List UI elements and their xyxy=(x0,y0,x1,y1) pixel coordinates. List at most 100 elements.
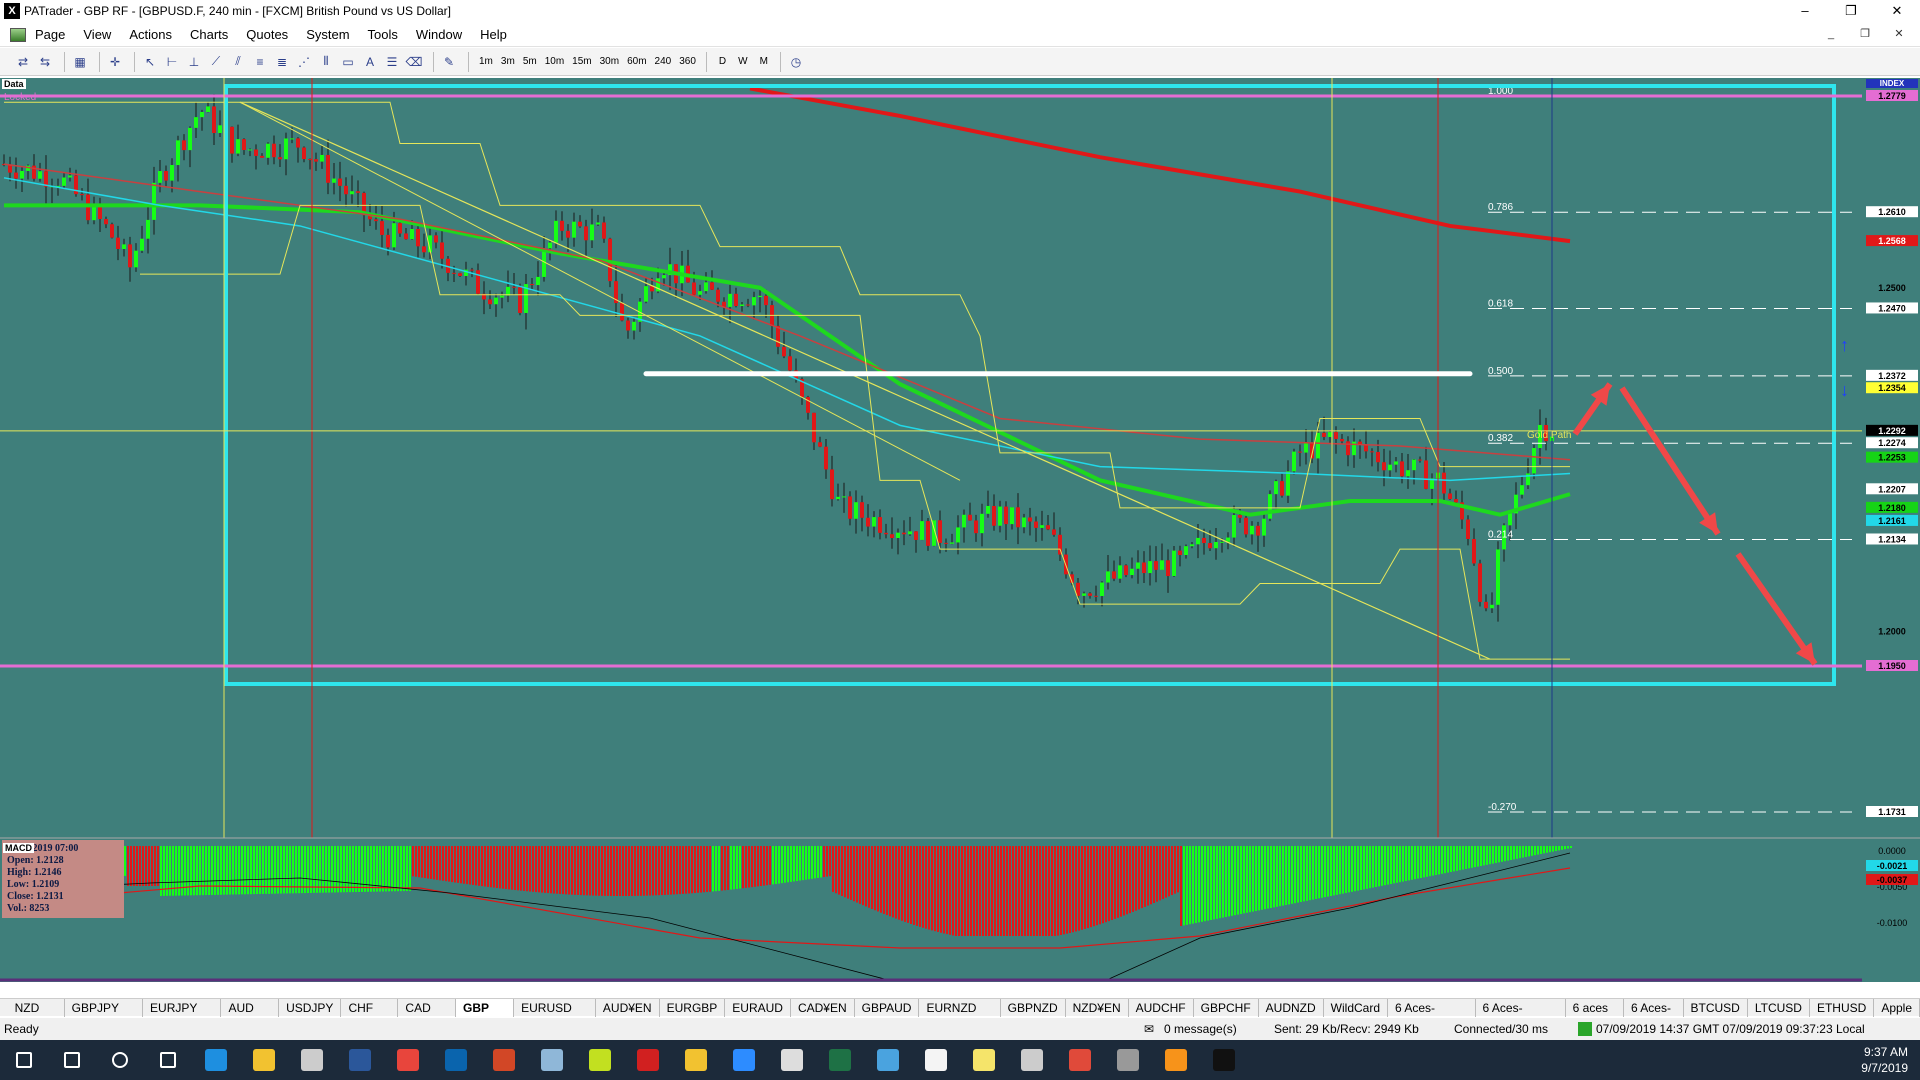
tab-cad-rf[interactable]: CAD RF xyxy=(398,998,457,1033)
tab-eurusd-rf[interactable]: EURUSD RF xyxy=(514,998,596,1033)
timeframe-10m-button[interactable]: 10m xyxy=(541,56,568,67)
tab-6-aces-4[interactable]: 6 Aces-4 xyxy=(1624,998,1684,1033)
task-view-icon[interactable] xyxy=(144,1040,192,1080)
tab-6-aces-2[interactable]: 6 aces 2 xyxy=(1566,998,1624,1033)
tab-gbpaud[interactable]: GBPAUD xyxy=(855,998,920,1017)
fib-alt-icon[interactable]: ≣ xyxy=(273,53,291,71)
timeframe-15m-button[interactable]: 15m xyxy=(568,56,595,67)
tab-btcusd[interactable]: BTCUSD xyxy=(1684,998,1748,1017)
page-icon[interactable] xyxy=(10,27,26,42)
draw-icon[interactable]: ✎ xyxy=(440,53,458,71)
file-explorer-icon[interactable] xyxy=(240,1040,288,1080)
sync-icon[interactable]: ⇄ xyxy=(14,53,32,71)
vline-icon[interactable]: ⊥ xyxy=(185,53,203,71)
price-chart[interactable]: 1.0000.7860.6180.5000.3820.214-0.270 ↑↓1… xyxy=(0,78,1920,996)
chart-area[interactable]: 1.000 0.786 0.618 0.500 0.382 0.214 -0.270 ↑ ↓ 1… xyxy=(0,78,1920,996)
tab-apple[interactable]: Apple xyxy=(1874,998,1920,1017)
folder-icon[interactable] xyxy=(672,1040,720,1080)
chrome-icon[interactable] xyxy=(384,1040,432,1080)
menu-system[interactable]: System xyxy=(297,27,358,42)
crosshair-icon[interactable]: ✛ xyxy=(106,53,124,71)
ninjatrader-icon[interactable] xyxy=(576,1040,624,1080)
rectangle-icon[interactable]: ▭ xyxy=(339,53,357,71)
fib-icon[interactable]: ≡ xyxy=(251,53,269,71)
app-icon[interactable] xyxy=(528,1040,576,1080)
tab-euraud[interactable]: EURAUD xyxy=(725,998,791,1017)
tab-eurjpy-rf[interactable]: EURJPY RF xyxy=(143,998,222,1033)
chart-icon[interactable]: ▦ xyxy=(71,53,89,71)
zoom-icon[interactable] xyxy=(720,1040,768,1080)
word-icon[interactable] xyxy=(336,1040,384,1080)
menu-help[interactable]: Help xyxy=(471,27,516,42)
menu-page[interactable]: Page xyxy=(26,27,74,42)
snagit-icon[interactable] xyxy=(1056,1040,1104,1080)
mdi-restore-button[interactable]: ❐ xyxy=(1854,26,1876,42)
period-M-button[interactable]: M xyxy=(754,56,774,67)
tab-eurnzd-rf[interactable]: EURNZD RF xyxy=(919,998,1001,1033)
menu-window[interactable]: Window xyxy=(407,27,471,42)
menu-view[interactable]: View xyxy=(74,27,120,42)
text-icon[interactable]: A xyxy=(361,53,379,71)
tab-aud-en[interactable]: AUD¥EN xyxy=(596,998,660,1017)
sync-alt-icon[interactable]: ⇆ xyxy=(36,53,54,71)
levels-icon[interactable]: ☰ xyxy=(383,53,401,71)
pointer-icon[interactable]: ↖ xyxy=(141,53,159,71)
timeframe-30m-button[interactable]: 30m xyxy=(596,56,623,67)
trendline-icon[interactable]: ⟋ xyxy=(207,53,225,71)
channel-icon[interactable]: ⫽ xyxy=(229,53,247,71)
app-blue-icon[interactable] xyxy=(864,1040,912,1080)
menu-charts[interactable]: Charts xyxy=(181,27,237,42)
tab-6-aces-exotics[interactable]: 6 Aces-Exotics xyxy=(1476,998,1566,1033)
app-gear-icon[interactable] xyxy=(1008,1040,1056,1080)
timeframe-1m-button[interactable]: 1m xyxy=(475,56,497,67)
period-W-button[interactable]: W xyxy=(732,56,753,67)
edge-icon[interactable] xyxy=(192,1040,240,1080)
powerpoint-icon[interactable] xyxy=(480,1040,528,1080)
tab-wildcard[interactable]: WildCard xyxy=(1324,998,1388,1017)
menu-actions[interactable]: Actions xyxy=(120,27,181,42)
tab-eurgbp[interactable]: EURGBP xyxy=(660,998,726,1017)
tab-audnzd[interactable]: AUDNZD xyxy=(1259,998,1324,1017)
tab-cad-en[interactable]: CAD¥EN xyxy=(791,998,855,1017)
app-red-icon[interactable] xyxy=(624,1040,672,1080)
app-gray-icon[interactable] xyxy=(1104,1040,1152,1080)
tab-gbpchf[interactable]: GBPCHF xyxy=(1194,998,1259,1017)
gann-icon[interactable]: ⋰ xyxy=(295,53,313,71)
period-D-button[interactable]: D xyxy=(713,56,732,67)
mdi-close-button[interactable]: ✕ xyxy=(1888,26,1910,42)
tab-nzd-en[interactable]: NZD¥EN xyxy=(1066,998,1129,1017)
timeframe-360-button[interactable]: 360 xyxy=(675,56,700,67)
tab-gbpjpy-rf[interactable]: GBPJPY RF xyxy=(65,998,144,1033)
bitcoin-icon[interactable] xyxy=(1152,1040,1200,1080)
calculator-icon[interactable] xyxy=(768,1040,816,1080)
eraser-icon[interactable]: ⌫ xyxy=(405,53,423,71)
menu-tools[interactable]: Tools xyxy=(359,27,407,42)
tab-ethusd[interactable]: ETHUSD xyxy=(1810,998,1875,1017)
tab-nzd-rf[interactable]: NZD RF xyxy=(8,998,65,1033)
notes-icon[interactable] xyxy=(960,1040,1008,1080)
tab-usdjpy[interactable]: USDJPY xyxy=(279,998,342,1017)
menu-quotes[interactable]: Quotes xyxy=(237,27,297,42)
cycle-icon[interactable]: ⦀ xyxy=(317,53,335,71)
excel-icon[interactable] xyxy=(816,1040,864,1080)
timeframe-240-button[interactable]: 240 xyxy=(651,56,676,67)
search-icon[interactable] xyxy=(48,1040,96,1080)
patrader-icon[interactable] xyxy=(288,1040,336,1080)
tab-gbp-rf[interactable]: GBP RF xyxy=(456,998,515,1033)
mail-icon[interactable]: ✉ xyxy=(1144,1022,1164,1036)
outlook-icon[interactable] xyxy=(432,1040,480,1080)
tab-gbpnzd[interactable]: GBPNZD xyxy=(1001,998,1066,1017)
cortana-icon[interactable] xyxy=(96,1040,144,1080)
minimize-button[interactable]: – xyxy=(1782,0,1828,22)
tab-ltcusd[interactable]: LTCUSD xyxy=(1748,998,1810,1017)
tab-6-aces-majors[interactable]: 6 Aces-Majors xyxy=(1388,998,1476,1033)
restore-button[interactable]: ❐ xyxy=(1828,0,1874,22)
mdi-minimize-button[interactable]: _ xyxy=(1820,26,1842,42)
hline-icon[interactable]: ⊢ xyxy=(163,53,181,71)
tab-aud-rf[interactable]: AUD RF xyxy=(221,998,280,1033)
timeframe-60m-button[interactable]: 60m xyxy=(623,56,650,67)
clock-icon[interactable]: ◷ xyxy=(787,53,805,71)
timeframe-5m-button[interactable]: 5m xyxy=(519,56,541,67)
tab-chf-rf[interactable]: CHF RF xyxy=(341,998,399,1033)
taskbar-clock[interactable]: 9:37 AM 9/7/2019 xyxy=(1861,1044,1908,1076)
